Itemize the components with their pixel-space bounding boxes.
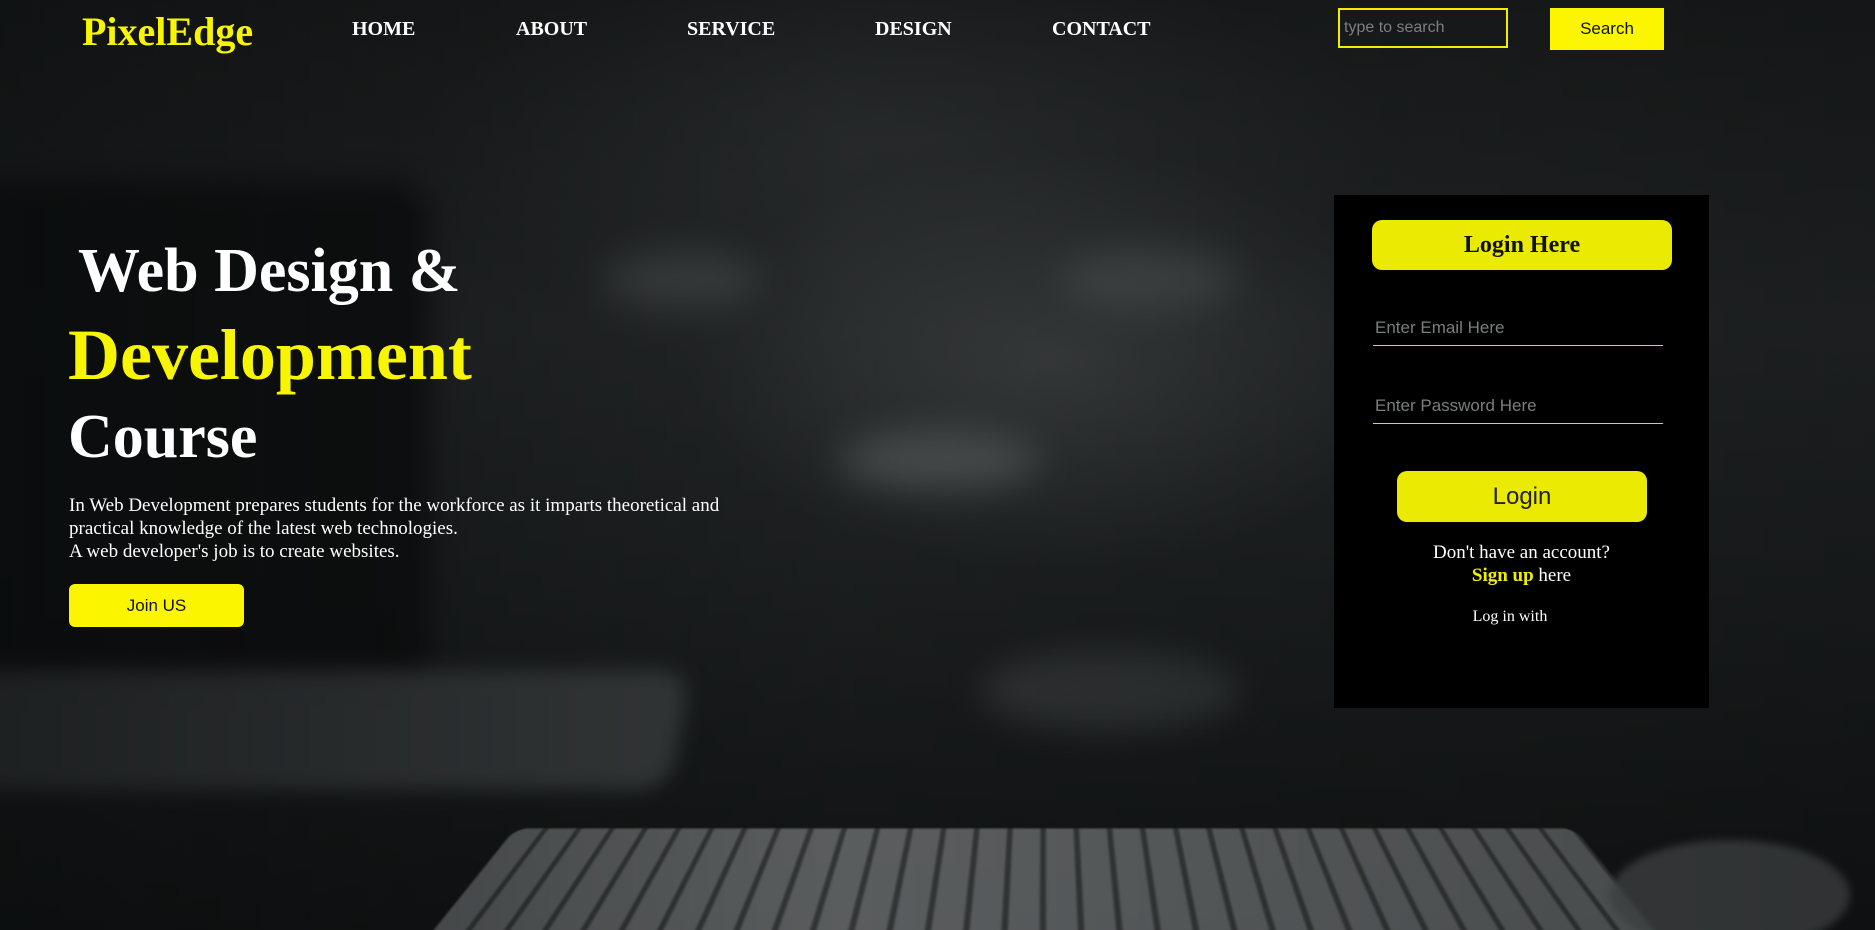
- email-field[interactable]: [1373, 310, 1663, 346]
- site-header: PixelEdge HOME ABOUT SERVICE DESIGN CONT…: [0, 0, 1875, 60]
- hero-description-line3: A web developer's job is to create websi…: [69, 541, 400, 562]
- join-us-button[interactable]: Join US: [69, 584, 244, 627]
- hero-title-line2: Development: [68, 314, 472, 397]
- nav-home[interactable]: HOME: [352, 18, 415, 41]
- signup-suffix: here: [1538, 565, 1571, 586]
- no-account-text: Don't have an account?: [1433, 542, 1610, 563]
- nav-service[interactable]: SERVICE: [687, 18, 775, 41]
- search-button[interactable]: Search: [1550, 8, 1664, 50]
- site-logo[interactable]: PixelEdge: [82, 8, 253, 55]
- hero-description-line2: practical knowledge of the latest web te…: [69, 518, 458, 539]
- nav-contact[interactable]: CONTACT: [1052, 18, 1151, 41]
- hero-title-line1: Web Design &: [78, 236, 460, 307]
- search-input[interactable]: [1338, 8, 1508, 48]
- nav-about[interactable]: ABOUT: [516, 18, 587, 41]
- nav-design[interactable]: DESIGN: [875, 18, 952, 41]
- password-field[interactable]: [1373, 388, 1663, 424]
- login-with-text: Log in with: [1334, 608, 1686, 626]
- hero-description-line1: In Web Development prepares students for…: [69, 495, 719, 516]
- login-panel: Login Here Login Don't have an account? …: [1334, 195, 1709, 708]
- hero-title-line3: Course: [68, 402, 257, 473]
- login-button[interactable]: Login: [1397, 471, 1647, 522]
- hero-description: In Web Development prepares students for…: [69, 494, 789, 563]
- login-title: Login Here: [1372, 220, 1672, 270]
- signup-link[interactable]: Sign up: [1472, 565, 1534, 586]
- signup-prompt: Don't have an account? Sign up here: [1334, 541, 1709, 587]
